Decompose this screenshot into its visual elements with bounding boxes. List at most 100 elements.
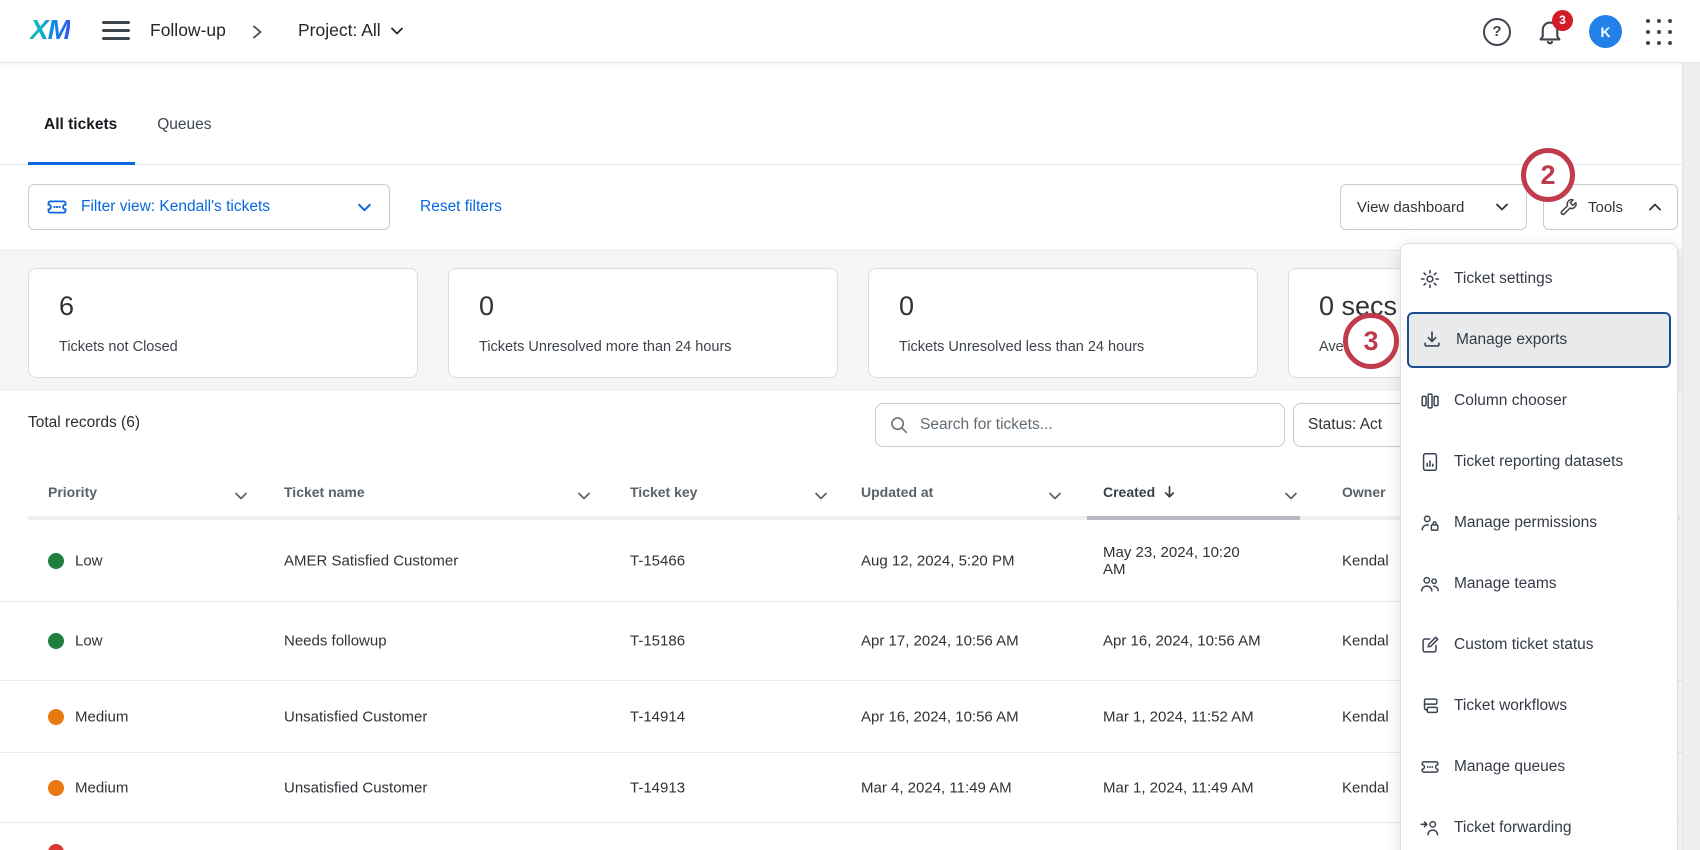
columns-icon [1419,390,1441,412]
cell-created: May 23, 2024, 10:20 AM [1103,544,1288,578]
cell-created: Apr 16, 2024, 10:56 AM [1103,633,1288,650]
stat-card-unresolved-more-24h: 0 Tickets Unresolved more than 24 hours [448,268,838,378]
stat-value: 0 [479,289,813,323]
breadcrumb-project-selector[interactable]: Project: All [298,20,405,41]
stat-card-not-closed: 6 Tickets not Closed [28,268,418,378]
top-bar: XM Follow-up Project: All ? 3 K [0,0,1700,63]
reset-filters-link[interactable]: Reset filters [420,198,502,216]
avatar[interactable]: K [1589,15,1622,48]
chevron-down-icon [1494,199,1510,215]
app-window: XM Follow-up Project: All ? 3 K All tick… [0,0,1700,850]
search-icon [888,414,910,436]
cell-owner: Kendal [1342,708,1389,725]
breadcrumb-project-name[interactable]: Follow-up [150,20,226,41]
edit-icon [1419,634,1441,656]
cell-ticket-key: T-15186 [630,633,685,650]
cell-owner: Kendal [1342,633,1389,650]
menu-item-ticket-reporting-datasets[interactable]: Ticket reporting datasets [1401,434,1677,490]
view-dashboard-label: View dashboard [1357,199,1464,216]
cell-priority: Low [75,633,103,650]
xm-logo[interactable]: XM [30,14,70,46]
column-menu-chevron-icon[interactable] [1047,488,1063,504]
filter-view-label: Filter view: Kendall's tickets [81,198,270,216]
tools-menu: Ticket settings Manage exports Column ch… [1400,243,1678,850]
menu-item-manage-queues[interactable]: Manage queues [1401,739,1677,795]
ticket-icon [45,195,69,219]
cell-updated-at: Apr 17, 2024, 10:56 AM [861,633,1019,650]
workflow-icon [1419,695,1441,717]
cell-priority: Low [75,552,103,569]
search-box [875,403,1285,447]
breadcrumb-chevron-icon [250,23,264,41]
column-header-priority[interactable]: Priority [48,484,97,500]
download-icon [1421,329,1443,351]
stat-value: 0 [899,289,1233,323]
cell-updated-at: Apr 16, 2024, 10:56 AM [861,708,1019,725]
stat-value: 6 [59,289,393,323]
column-header-created[interactable]: Created [1103,484,1177,500]
cell-ticket-key: T-15466 [630,552,685,569]
menu-item-column-chooser[interactable]: Column chooser [1401,373,1677,429]
notifications-button[interactable]: 3 [1535,17,1565,47]
stat-label: Tickets Unresolved more than 24 hours [479,339,813,355]
filter-view-dropdown[interactable]: Filter view: Kendall's tickets [28,184,390,230]
search-input[interactable] [920,416,1272,434]
column-menu-chevron-icon[interactable] [1283,488,1299,504]
column-menu-chevron-icon[interactable] [813,488,829,504]
active-tab-underline [28,162,135,165]
person-arrow-icon [1419,817,1441,839]
column-menu-chevron-icon[interactable] [233,488,249,504]
cell-owner: Kendal [1342,779,1389,796]
stat-label: Tickets not Closed [59,339,393,355]
tab-queues[interactable]: Queues [141,108,227,152]
column-menu-chevron-icon[interactable] [576,488,592,504]
report-document-icon [1419,451,1441,473]
people-icon [1419,573,1441,595]
cell-ticket-key: T-14913 [630,779,685,796]
menu-item-ticket-settings[interactable]: Ticket settings [1401,251,1677,307]
stat-card-unresolved-less-24h: 0 Tickets Unresolved less than 24 hours [868,268,1258,378]
gear-icon [1419,268,1441,290]
cell-updated-at: Aug 12, 2024, 5:20 PM [861,552,1014,569]
column-header-ticket-name[interactable]: Ticket name [284,484,365,500]
chevron-down-icon [356,199,373,216]
cell-owner: Kendal [1342,552,1389,569]
menu-item-ticket-forwarding[interactable]: Ticket forwarding [1401,800,1677,850]
priority-dot [48,709,64,725]
cell-ticket-key: T-14914 [630,708,685,725]
column-header-updated-at[interactable]: Updated at [861,484,933,500]
priority-dot [48,633,64,649]
menu-item-ticket-workflows[interactable]: Ticket workflows [1401,678,1677,734]
cell-created: Mar 1, 2024, 11:49 AM [1103,779,1288,796]
priority-dot [48,780,64,796]
tab-all-tickets[interactable]: All tickets [28,108,133,152]
priority-dot [48,553,64,569]
tab-bar: All tickets Queues [28,108,228,152]
sort-desc-icon [1162,485,1177,500]
status-filter-button[interactable]: Status: Act [1293,403,1413,447]
help-icon[interactable]: ? [1483,18,1511,46]
stat-label: Tickets Unresolved less than 24 hours [899,339,1233,355]
column-header-owner[interactable]: Owner [1342,484,1386,500]
total-records-label: Total records (6) [28,414,140,432]
cell-ticket-name: Needs followup [284,633,387,650]
hamburger-menu-icon[interactable] [102,21,130,42]
view-dashboard-button[interactable]: View dashboard [1340,184,1527,230]
scrollbar[interactable] [1682,63,1700,850]
app-grid-icon[interactable] [1646,19,1672,45]
menu-item-manage-permissions[interactable]: Manage permissions [1401,495,1677,551]
wrench-icon [1558,197,1579,218]
annotation-step-3: 3 [1343,313,1399,369]
cell-updated-at: Mar 4, 2024, 11:49 AM [861,779,1012,796]
cell-created: Mar 1, 2024, 11:52 AM [1103,708,1288,725]
priority-dot [48,844,64,850]
menu-item-manage-exports[interactable]: Manage exports [1407,312,1671,368]
breadcrumb-project-label: Project: All [298,20,381,41]
menu-item-custom-ticket-status[interactable]: Custom ticket status [1401,617,1677,673]
column-header-ticket-key[interactable]: Ticket key [630,484,697,500]
notification-badge: 3 [1552,10,1573,31]
cell-priority: Medium [75,779,128,796]
ticket-icon [1419,756,1441,778]
person-lock-icon [1419,512,1441,534]
menu-item-manage-teams[interactable]: Manage teams [1401,556,1677,612]
